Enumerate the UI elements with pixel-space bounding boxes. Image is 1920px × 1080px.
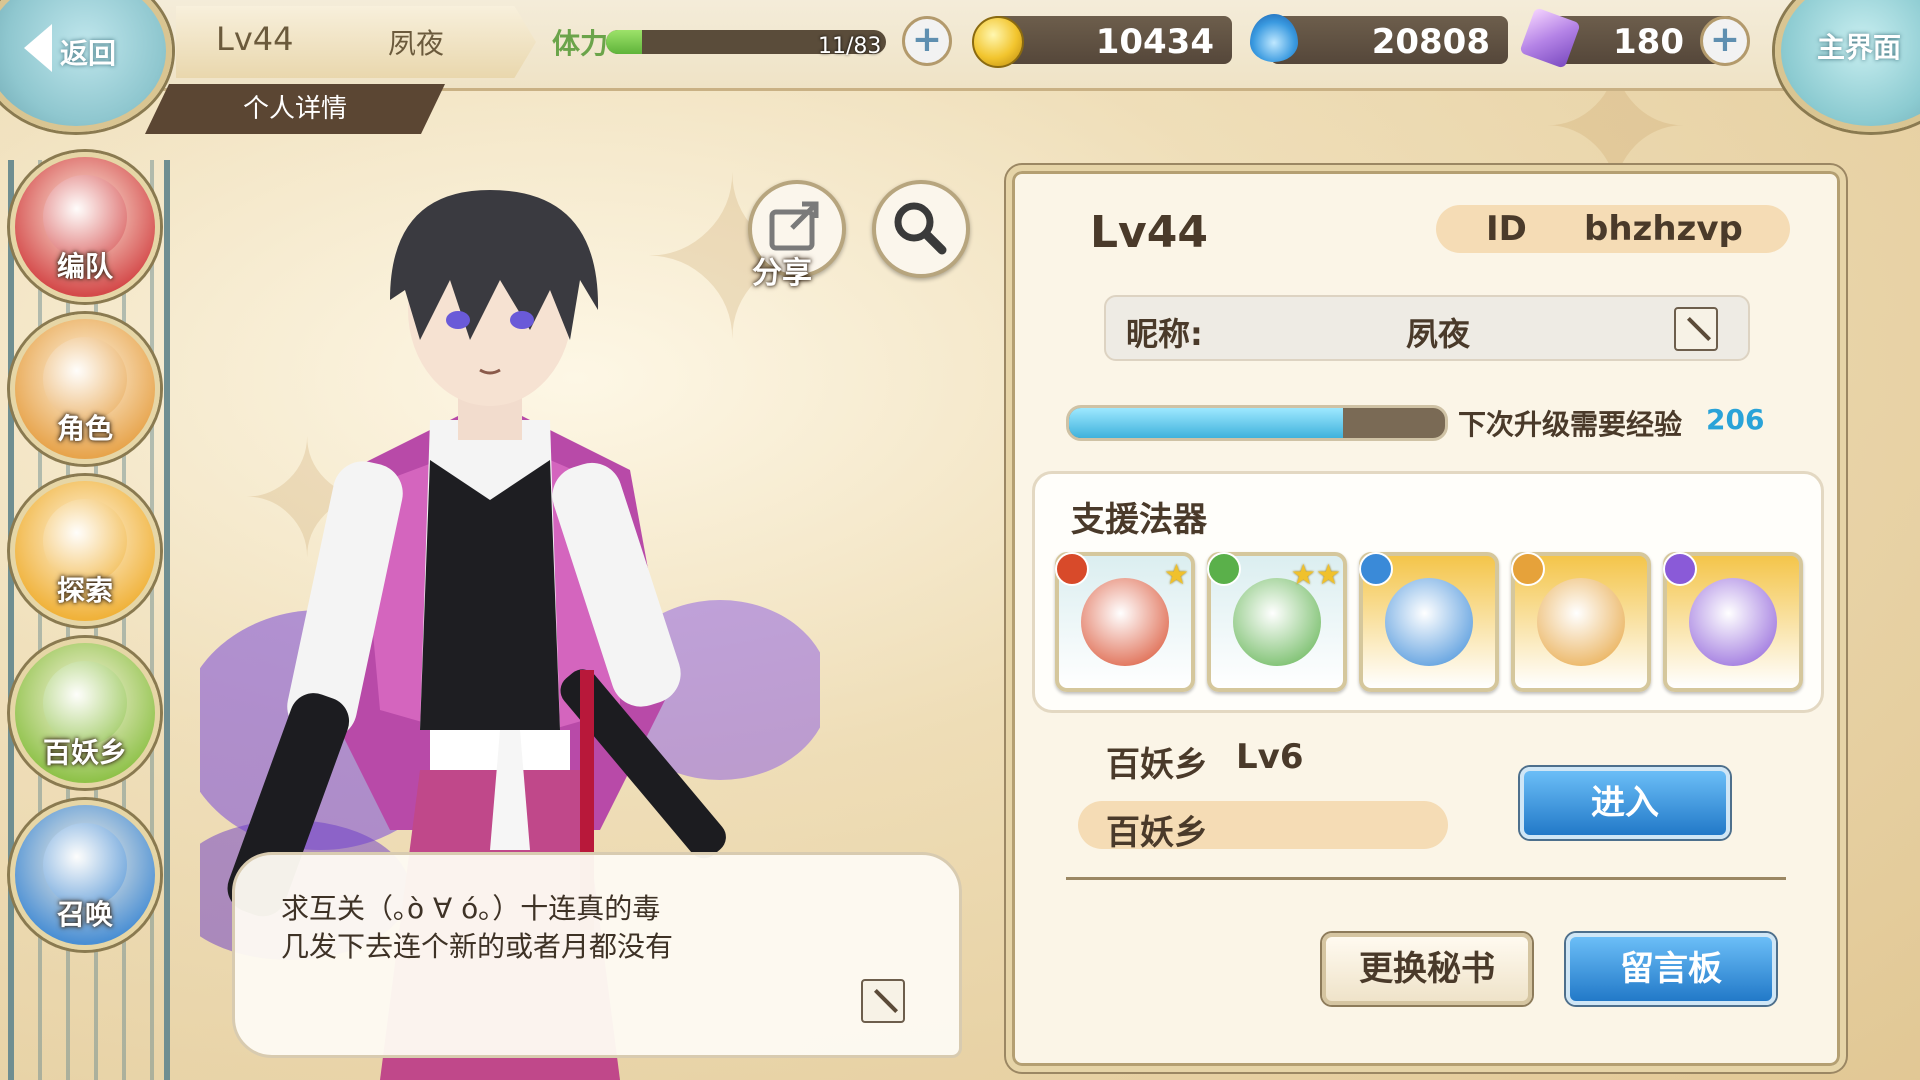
back-arrow-icon (24, 24, 52, 72)
gold-coin-icon (972, 16, 1024, 68)
stamina-label: 体力 (552, 27, 609, 60)
support-artifact-slot[interactable] (1663, 552, 1803, 692)
nickname-label: 昵称: (1126, 315, 1203, 353)
message-board-button[interactable]: 留言板 (1566, 933, 1776, 1005)
edit-nickname-pencil-icon[interactable] (1674, 307, 1718, 351)
share-label: 分享 (752, 256, 812, 291)
sidebar-button-3[interactable]: 探索 (10, 476, 160, 626)
section-divider (1066, 877, 1786, 880)
village-level: Lv6 (1236, 737, 1304, 777)
home-label: 主界面 (1817, 31, 1902, 64)
soul-value: 20808 (1371, 22, 1490, 62)
stamina-meter: 体力 11/83 (548, 18, 938, 64)
support-artifacts-box: 支援法器 ★ ★★ (1032, 471, 1824, 713)
sidebar-button-label: 召唤 (56, 898, 113, 931)
profile-level: Lv44 (1090, 207, 1208, 258)
stamina-bar-fill (606, 30, 643, 54)
sidebar-button-label: 探索 (56, 574, 113, 607)
element-gem-icon (1207, 552, 1241, 586)
id-value: bhzhzvp (1584, 209, 1743, 249)
support-artifact-slot[interactable]: ★ (1055, 552, 1195, 692)
personal-details-tab[interactable]: 个人详情 (145, 84, 445, 134)
game-screen: ✦ ✦ ✦ Lv44 夙夜 体力 11/83 + 10434 20808 180… (0, 0, 1920, 1080)
crystal-orb-icon (1537, 578, 1625, 666)
secretary-message-bubble: 求互关（｡ò ∀ ó｡）十连真的毒 几发下去连个新的或者月都没有 (232, 852, 962, 1058)
nickname-value: 夙夜 (1406, 315, 1471, 353)
support-artifact-slot[interactable] (1359, 552, 1499, 692)
sidebar-button-label: 角色 (56, 412, 113, 445)
element-gem-icon (1663, 552, 1697, 586)
message-line-2: 几发下去连个新的或者月都没有 (281, 930, 674, 963)
experience-bar (1066, 405, 1448, 441)
edit-message-pencil-icon[interactable] (861, 979, 905, 1023)
search-button[interactable] (872, 180, 970, 278)
element-gem-icon (1359, 552, 1393, 586)
id-label: ID (1486, 209, 1527, 249)
sidebar-button-label: 百妖乡 (42, 736, 127, 769)
add-stamina-button[interactable]: + (902, 16, 952, 66)
sidebar-button-label: 编队 (56, 250, 113, 283)
element-gem-icon (1055, 552, 1089, 586)
sidebar-button-1[interactable]: 编队 (10, 152, 160, 302)
top-bar: Lv44 夙夜 体力 11/83 + 10434 20808 180 + (0, 0, 1920, 91)
sidebar-button-5[interactable]: 召唤 (10, 800, 160, 950)
skull-shield-icon (1081, 578, 1169, 666)
player-name: 夙夜 (388, 27, 445, 60)
experience-label: 下次升级需要经验 (1458, 408, 1683, 441)
nickname-row: 昵称: 夙夜 (1104, 295, 1750, 361)
player-level: Lv44 (216, 20, 294, 58)
rarity-star-icon: ★ (1163, 558, 1189, 591)
support-artifact-slot[interactable] (1511, 552, 1651, 692)
message-line-1: 求互关（｡ò ∀ ó｡）十连真的毒 (281, 892, 661, 925)
gold-counter: 10434 (990, 16, 1232, 64)
back-button[interactable]: 返回 (0, 0, 172, 132)
support-artifact-slot[interactable]: ★★ (1207, 552, 1347, 692)
bead-bracelet-icon (1233, 578, 1321, 666)
enter-village-button[interactable]: 进入 (1520, 767, 1730, 839)
sidebar-button-4[interactable]: 百妖乡 (10, 638, 160, 788)
stamina-value: 11/83 (818, 34, 882, 59)
player-level-plate: Lv44 夙夜 (176, 6, 536, 78)
cloud-sword-icon (1385, 578, 1473, 666)
experience-bar-fill (1069, 408, 1344, 438)
soul-counter: 20808 (1270, 16, 1508, 64)
sidebar: 编队角色探索百妖乡召唤 (0, 120, 180, 1080)
magnifier-icon (894, 202, 947, 255)
player-id-pill: ID bhzhzvp (1436, 205, 1790, 253)
support-artifacts-title: 支援法器 (1071, 500, 1207, 540)
gold-value: 10434 (1095, 22, 1214, 62)
beast-blade-icon (1689, 578, 1777, 666)
sidebar-button-2[interactable]: 角色 (10, 314, 160, 464)
change-secretary-button[interactable]: 更换秘书 (1322, 933, 1532, 1005)
village-name: 百妖乡 (1106, 813, 1208, 853)
home-button[interactable]: 主界面 (1775, 0, 1920, 132)
element-gem-icon (1511, 552, 1545, 586)
rarity-star-icon: ★★ (1290, 558, 1341, 591)
crystal-value: 180 (1613, 22, 1684, 62)
village-title: 百妖乡 (1106, 745, 1208, 785)
village-name-pill: 百妖乡 (1078, 801, 1448, 853)
profile-panel: Lv44 ID bhzhzvp 昵称: 夙夜 下次升级需要经验 206 支援法器… (1006, 165, 1846, 1072)
back-label: 返回 (60, 37, 117, 70)
experience-value: 206 (1706, 403, 1765, 436)
add-crystal-button[interactable]: + (1700, 16, 1750, 66)
